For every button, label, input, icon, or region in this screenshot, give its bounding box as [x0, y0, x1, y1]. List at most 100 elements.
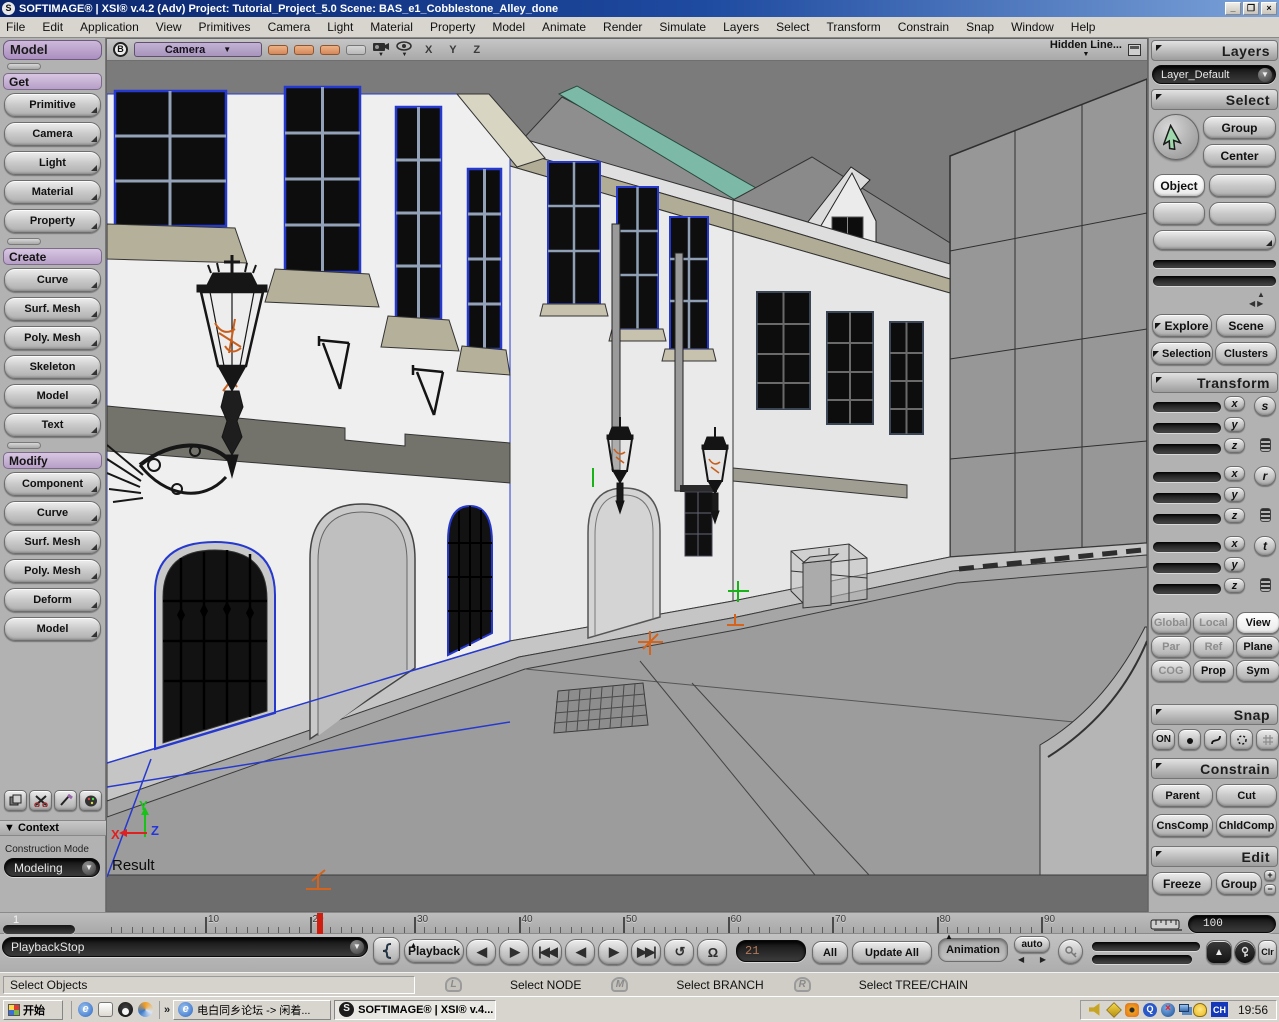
go-to-end-button[interactable]: ▶▶| [631, 939, 661, 965]
snap-section-header[interactable]: Snap [1151, 704, 1278, 725]
link-stack-icon[interactable] [1260, 438, 1271, 452]
timeline-start-bar[interactable] [3, 925, 75, 934]
button-create-surf-mesh[interactable]: Surf. Mesh [4, 297, 101, 321]
r-transform-button[interactable]: r [1254, 466, 1276, 486]
y-slider-r[interactable] [1153, 493, 1221, 503]
select-center-button[interactable]: Center [1203, 144, 1276, 167]
media-player-icon[interactable] [138, 1002, 153, 1017]
ground-window-a[interactable] [680, 485, 717, 556]
palette-tool-button[interactable] [79, 790, 102, 811]
link-stack-icon[interactable] [1260, 508, 1271, 522]
button-ref[interactable]: Ref [1193, 636, 1234, 658]
axis-x-button-r[interactable]: x [1224, 466, 1245, 481]
button-get-material[interactable]: Material [4, 180, 101, 204]
button-cnscomp[interactable]: CnsComp [1152, 814, 1213, 837]
axis-z-button-s[interactable]: z [1224, 438, 1245, 453]
memo-cam-2[interactable] [294, 45, 314, 55]
z-slider-s[interactable] [1153, 444, 1221, 454]
arched-doorway[interactable] [588, 488, 660, 638]
frame-forward-button[interactable]: ▶ [499, 939, 529, 965]
timeline-playhead[interactable] [317, 913, 323, 935]
button-get-property[interactable]: Property [4, 209, 101, 233]
button-local[interactable]: Local [1193, 612, 1234, 634]
axis-x-button-s[interactable]: x [1224, 396, 1245, 411]
snap-point-button[interactable] [1178, 729, 1201, 750]
filter-blank-button-2[interactable] [1153, 202, 1205, 225]
spinner-leftright-icon[interactable]: ◀▶ [1249, 299, 1265, 308]
eye-icon[interactable]: ▼ [396, 41, 413, 58]
button-modify-component[interactable]: Component [4, 472, 101, 496]
button-cut[interactable]: Cut [1216, 784, 1277, 807]
transform-section-header[interactable]: Transform [1151, 372, 1278, 393]
button-modify-poly-mesh[interactable]: Poly. Mesh [4, 559, 101, 583]
x-slider-t[interactable] [1153, 542, 1221, 552]
s-transform-button[interactable]: s [1254, 396, 1276, 416]
axis-y-button-t[interactable]: y [1224, 557, 1245, 572]
grille-window-small[interactable] [448, 506, 492, 655]
select-section-header[interactable]: Select [1151, 89, 1278, 110]
z-slider-t[interactable] [1153, 584, 1221, 594]
qq-icon[interactable] [118, 1002, 133, 1017]
duplicate-tool-button[interactable] [4, 790, 27, 811]
snap-grid-button[interactable] [1256, 729, 1279, 750]
button-modify-model[interactable]: Model [4, 617, 101, 641]
ie-icon[interactable]: e [78, 1002, 93, 1017]
filter-blank-button-3[interactable] [1209, 202, 1276, 225]
button-create-poly-mesh[interactable]: Poly. Mesh [4, 326, 101, 350]
freeze-button[interactable]: Freeze [1152, 872, 1212, 895]
button-chldcomp[interactable]: ChldComp [1216, 814, 1277, 837]
animation-menu-button[interactable]: ▲Animation [938, 938, 1008, 962]
button-cog[interactable]: COG [1151, 660, 1191, 682]
menu-item-simulate[interactable]: Simulate [659, 20, 706, 34]
t-transform-button[interactable]: t [1254, 536, 1276, 556]
menu-item-camera[interactable]: Camera [268, 20, 311, 34]
filter-object-button[interactable]: Object [1153, 174, 1205, 197]
camera-icon[interactable]: ▼ [372, 41, 390, 58]
menu-item-render[interactable]: Render [603, 20, 642, 34]
start-button[interactable]: 开始 [3, 1000, 63, 1020]
doc-icon[interactable] [98, 1002, 113, 1017]
x-slider-r[interactable] [1153, 472, 1221, 482]
button-parent[interactable]: Parent [1152, 784, 1213, 807]
clear-button[interactable]: Clr [1258, 940, 1277, 964]
script-editor-button[interactable] [373, 937, 400, 964]
radio-icon[interactable] [1125, 1003, 1139, 1017]
construction-mode-dropdown[interactable]: Modeling ▼ [4, 858, 100, 877]
scene-button[interactable]: Scene [1216, 314, 1276, 337]
play-backward-button[interactable]: ◀ [565, 939, 595, 965]
x-slider-s[interactable] [1153, 402, 1221, 412]
key-step-arrows[interactable]: ◀▶ [1014, 955, 1050, 964]
scissors-tool-button[interactable] [29, 790, 52, 811]
link-stack-icon[interactable] [1260, 578, 1271, 592]
button-global[interactable]: Global [1151, 612, 1191, 634]
layer-dropdown[interactable]: Layer_Default▼ [1152, 65, 1276, 84]
memo-cam-3[interactable] [320, 45, 340, 55]
memo-cam-1[interactable] [268, 45, 288, 55]
minimize-button[interactable]: _ [1225, 2, 1241, 15]
viewport-resize-icon[interactable] [1128, 44, 1141, 56]
button-get-light[interactable]: Light [4, 151, 101, 175]
button-create-model[interactable]: Model [4, 384, 101, 408]
button-modify-curve[interactable]: Curve [4, 501, 101, 525]
play-forward-button[interactable]: ▶ [598, 939, 628, 965]
key-button[interactable] [1058, 939, 1083, 964]
axis-x-button-t[interactable]: x [1224, 536, 1245, 551]
spinner-up-icon[interactable]: ▲ [1257, 290, 1265, 299]
axis-y-button-s[interactable]: y [1224, 417, 1245, 432]
button-modify-surf-mesh[interactable]: Surf. Mesh [4, 530, 101, 554]
edit-group-button[interactable]: Group [1216, 872, 1262, 895]
button-create-skeleton[interactable]: Skeleton [4, 355, 101, 379]
brush-tool-button[interactable] [54, 790, 77, 811]
keyframe-key-button[interactable] [1234, 940, 1256, 964]
menu-item-application[interactable]: Application [80, 20, 139, 34]
all-button[interactable]: All [812, 941, 848, 964]
diamond-icon[interactable] [1106, 1002, 1122, 1018]
go-to-start-button[interactable]: |◀◀ [532, 939, 562, 965]
z-slider-r[interactable] [1153, 514, 1221, 524]
mcp-mode-title[interactable]: Model [3, 40, 102, 60]
edit-plus-button[interactable]: + [1264, 870, 1276, 881]
network-icon[interactable] [1179, 1004, 1189, 1012]
input-language-indicator[interactable]: CH [1211, 1002, 1228, 1017]
viewport-letter-button[interactable]: B [113, 42, 128, 57]
frame-back-button[interactable]: ◀ [466, 939, 496, 965]
